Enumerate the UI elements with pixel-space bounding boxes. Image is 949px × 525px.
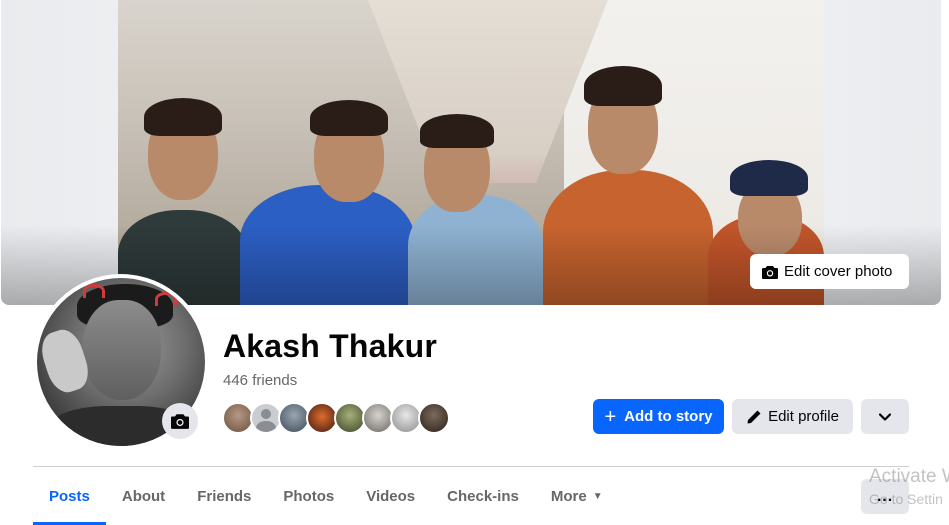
tab-check-ins[interactable]: Check-ins bbox=[431, 467, 535, 525]
friends-count[interactable]: 446 friends bbox=[223, 372, 297, 389]
friend-avatar[interactable] bbox=[418, 402, 450, 434]
watermark-line-1: Activate W bbox=[869, 466, 949, 487]
add-to-story-button[interactable]: + Add to story bbox=[593, 399, 724, 434]
plus-icon: + bbox=[604, 405, 617, 428]
tab-friends[interactable]: Friends bbox=[181, 467, 267, 525]
tab-more[interactable]: More ▼ bbox=[535, 467, 619, 525]
edit-cover-photo-button[interactable]: Edit cover photo bbox=[750, 254, 909, 289]
tab-about[interactable]: About bbox=[106, 467, 181, 525]
camera-icon bbox=[171, 414, 189, 429]
profile-options-button[interactable] bbox=[861, 399, 909, 434]
tab-videos[interactable]: Videos bbox=[350, 467, 431, 525]
friend-avatar-list bbox=[222, 402, 450, 434]
add-to-story-label: Add to story bbox=[624, 408, 713, 425]
chevron-down-icon bbox=[879, 412, 891, 421]
caret-down-icon: ▼ bbox=[592, 490, 603, 502]
profile-name: Akash Thakur bbox=[223, 328, 438, 364]
edit-cover-photo-label: Edit cover photo bbox=[784, 263, 893, 280]
camera-icon bbox=[762, 265, 778, 279]
edit-profile-label: Edit profile bbox=[768, 408, 839, 425]
watermark-line-2: Go to Settin bbox=[869, 491, 943, 507]
profile-tabs: Posts About Friends Photos Videos Check-… bbox=[33, 467, 619, 525]
edit-profile-button[interactable]: Edit profile bbox=[732, 399, 853, 434]
pencil-icon bbox=[747, 410, 761, 423]
update-profile-picture-button[interactable] bbox=[162, 403, 198, 439]
tab-posts[interactable]: Posts bbox=[33, 467, 106, 525]
tab-photos[interactable]: Photos bbox=[267, 467, 350, 525]
